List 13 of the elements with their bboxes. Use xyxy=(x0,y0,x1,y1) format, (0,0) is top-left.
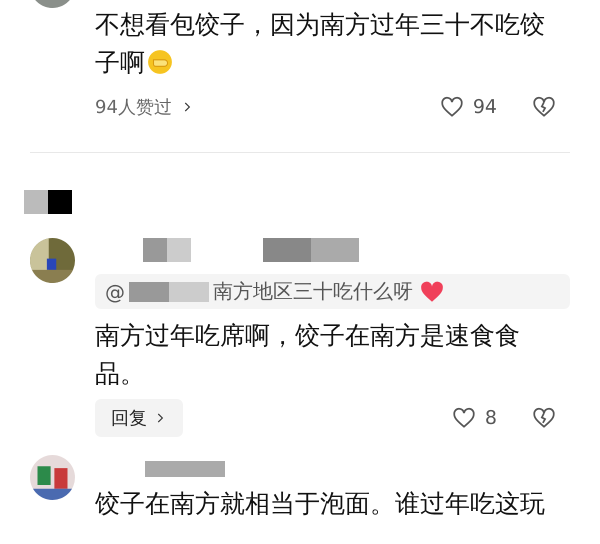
heart-icon xyxy=(419,278,445,304)
like-button[interactable]: 94 xyxy=(438,94,497,120)
redacted-block xyxy=(24,190,72,214)
comment-text: 南方过年吃席啊，饺子在南方是速食食品。 xyxy=(95,320,521,390)
comment-text: 不想看包饺子，因为南方过年三十不吃饺子啊 xyxy=(95,9,546,79)
quote-text: 南方地区三十吃什么呀 xyxy=(213,278,413,305)
comment-text: 饺子在南方就相当于泡面。谁过年吃这玩 xyxy=(95,488,546,520)
like-button[interactable]: 8 xyxy=(450,405,497,431)
redacted-name xyxy=(143,238,191,262)
reply-button[interactable]: 回复 xyxy=(95,399,183,437)
clapping-hands-icon xyxy=(147,49,173,75)
likers-link[interactable]: 94人赞过 xyxy=(95,95,194,119)
mention-text: @ xyxy=(105,280,125,304)
